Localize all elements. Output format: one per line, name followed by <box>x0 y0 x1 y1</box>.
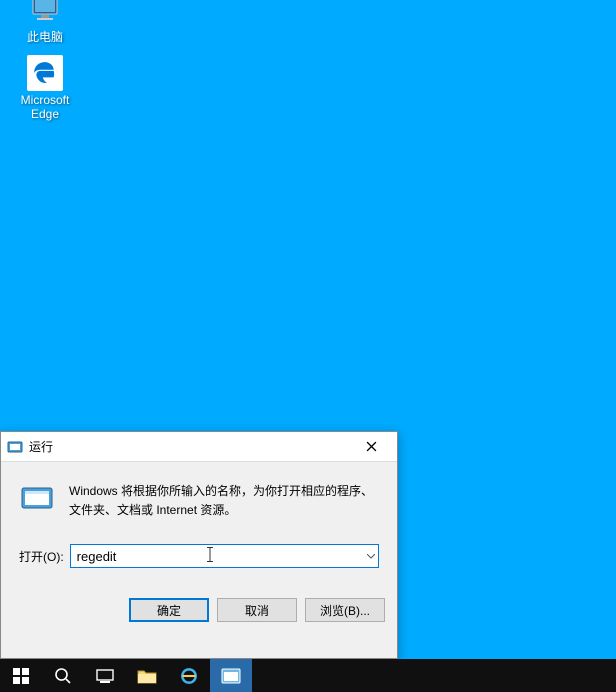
search-icon[interactable] <box>42 659 84 692</box>
desktop-icon-edge[interactable]: Microsoft Edge <box>10 55 80 122</box>
dialog-description: Windows 将根据你所输入的名称，为你打开相应的程序、文件夹、文档或 Int… <box>69 480 379 520</box>
taskbar-ie-icon[interactable] <box>168 659 210 692</box>
run-dialog-icon <box>19 480 55 516</box>
thispc-icon <box>25 0 65 28</box>
taskbar-run-window[interactable] <box>210 659 252 692</box>
start-button[interactable] <box>0 659 42 692</box>
desktop-icon-thispc[interactable]: 此电脑 <box>10 0 80 44</box>
titlebar[interactable]: 运行 <box>1 432 397 462</box>
browse-button[interactable]: 浏览(B)... <box>305 598 385 622</box>
open-label: 打开(O): <box>19 548 64 565</box>
taskbar <box>0 659 616 692</box>
close-button[interactable] <box>351 433 391 461</box>
thispc-label: 此电脑 <box>27 30 63 44</box>
chevron-down-icon[interactable] <box>367 551 375 561</box>
dialog-title: 运行 <box>29 438 351 455</box>
open-input[interactable] <box>70 544 379 568</box>
taskbar-file-explorer[interactable] <box>126 659 168 692</box>
task-view-icon[interactable] <box>84 659 126 692</box>
run-titlebar-icon <box>7 439 23 455</box>
open-combobox[interactable] <box>70 544 379 568</box>
ok-button[interactable]: 确定 <box>129 598 209 622</box>
cancel-button[interactable]: 取消 <box>217 598 297 622</box>
edge-icon <box>27 55 63 91</box>
edge-label: Microsoft Edge <box>21 93 70 122</box>
run-dialog: 运行 Windows 将根据你所输入的名称，为你打开相应的程序、文件夹、文档或 … <box>0 431 398 659</box>
